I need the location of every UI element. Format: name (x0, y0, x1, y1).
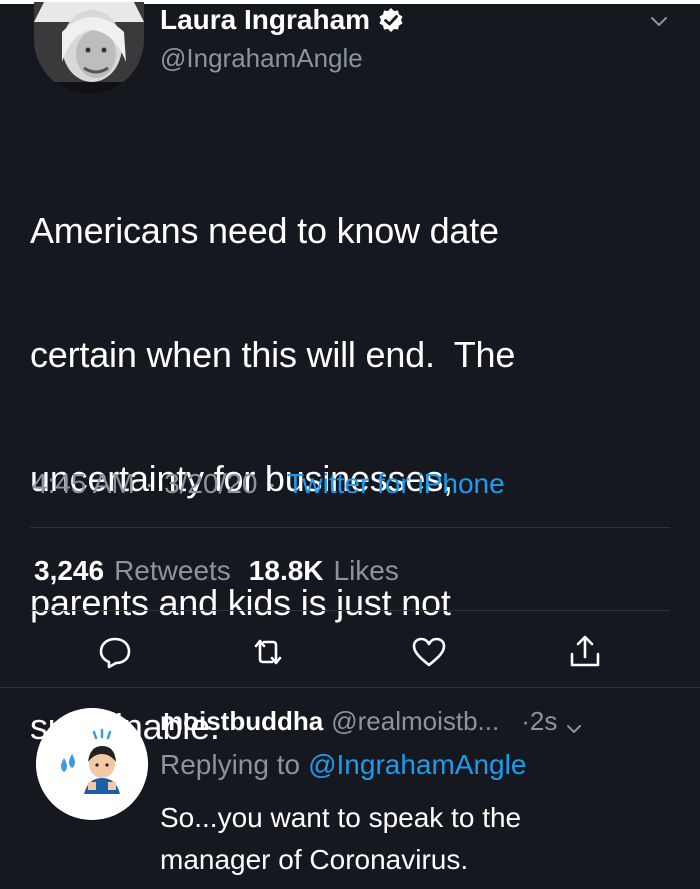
tweet-detail-view: Laura Ingraham @IngrahamAngle Americans … (0, 0, 700, 889)
meta-separator: · (267, 468, 277, 499)
chevron-down-icon[interactable] (648, 10, 670, 32)
tweet-meta: 4:45 AM · 3/20/20 · Twitter for iPhone (32, 466, 505, 502)
reply-text: So...you want to speak to the manager of… (160, 797, 680, 881)
author-display-name[interactable]: Laura Ingraham (160, 4, 370, 36)
reply-avatar-image (36, 708, 148, 820)
like-icon (412, 637, 446, 667)
chevron-down-icon[interactable] (565, 712, 583, 733)
retweets-count[interactable]: 3,246 (34, 553, 104, 589)
author-avatar-image (34, 2, 144, 94)
tweet-time[interactable]: 4:45 AM (32, 466, 135, 502)
likes-label[interactable]: Likes (334, 553, 399, 589)
tweet-actions (95, 632, 605, 672)
retweet-button[interactable] (248, 632, 288, 672)
share-button[interactable] (565, 632, 605, 672)
reply-text-line: manager of Coronavirus. (160, 844, 469, 875)
tweet-date[interactable]: 3/20/20 (164, 466, 257, 502)
like-button[interactable] (409, 632, 449, 672)
reply-handle[interactable]: @realmoistb... (331, 704, 499, 738)
tweet-text-line: certain when this will end. The (30, 334, 516, 375)
author-handle[interactable]: @IngrahamAngle (160, 42, 363, 74)
reply-icon (99, 637, 131, 669)
retweets-label[interactable]: Retweets (114, 553, 231, 589)
divider (0, 687, 700, 688)
divider (30, 610, 670, 611)
verified-badge-icon (378, 7, 404, 33)
tweet-text-line: Americans need to know date (30, 210, 499, 251)
replying-to-handle[interactable]: @IngrahamAngle (308, 747, 526, 783)
retweet-icon (254, 639, 282, 665)
divider (30, 527, 670, 528)
share-icon (570, 635, 600, 667)
replying-to-label: Replying to (160, 749, 301, 780)
reply-text-line: So...you want to speak to the (160, 802, 522, 833)
reply-author-avatar[interactable] (36, 708, 148, 820)
meta-separator: · (144, 468, 155, 499)
reply-button[interactable] (95, 632, 135, 672)
reply-time[interactable]: ·2s (521, 704, 557, 738)
replying-to: Replying to @IngrahamAngle (160, 747, 526, 783)
author-name-row: Laura Ingraham (160, 2, 404, 38)
reply-header: moistbuddha @realmoistb... ·2s (160, 704, 583, 738)
author-avatar[interactable] (34, 2, 144, 94)
tweet-stats: 3,246 Retweets 18.8K Likes (34, 553, 407, 589)
reply-display-name[interactable]: moistbuddha (160, 704, 323, 738)
tweet-source-link[interactable]: Twitter for iPhone (287, 466, 505, 502)
likes-count[interactable]: 18.8K (249, 553, 324, 589)
